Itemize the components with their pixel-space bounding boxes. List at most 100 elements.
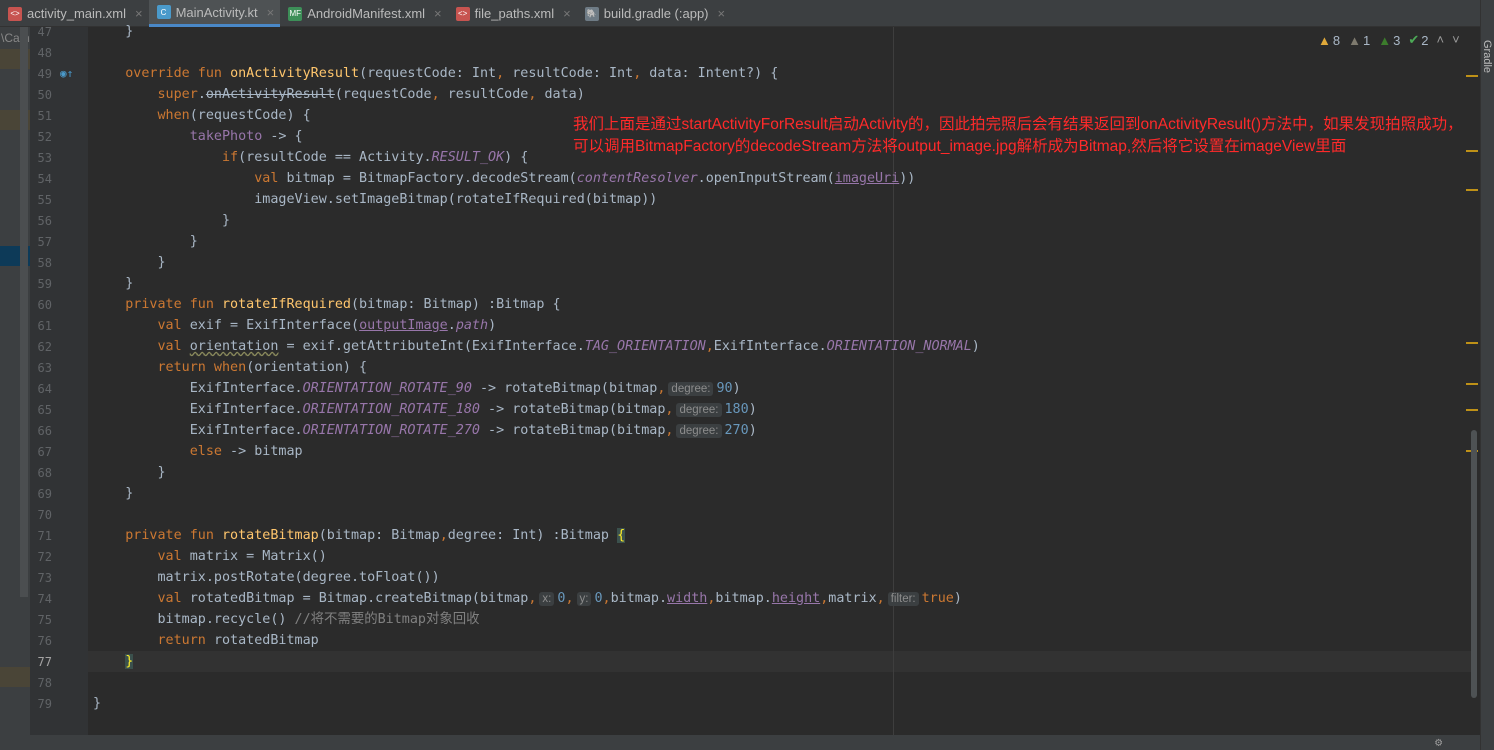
tab-label: activity_main.xml [27,6,126,21]
code-token: resultCode: Int [504,66,634,81]
code-token: , [528,591,537,606]
code-token: , [565,591,574,606]
line-number: 54 [37,172,52,186]
close-tab-icon[interactable]: × [267,5,275,20]
code-token: true [921,591,954,606]
code-line: ExifInterface.ORIENTATION_ROTATE_270 -> … [93,420,980,441]
weak-warning-count[interactable]: ▲ 1 [1348,32,1370,48]
weak-warning-icon: ▲ [1348,32,1361,48]
code-token: )) [899,171,916,186]
line-number: 68 [37,466,52,480]
code-line: } [93,21,980,42]
line-number: 77 [37,655,52,669]
code-token: (orientation) { [246,360,368,375]
line-number: 64 [37,382,52,396]
line-number: 67 [37,445,52,459]
gear-icon[interactable]: ⚙ [1435,735,1442,749]
close-tab-icon[interactable]: × [718,6,726,21]
code-token: 0 [594,591,603,606]
override-gutter-icon[interactable]: ◉↑ [60,67,73,80]
code-token: } [93,465,166,480]
code-token: if [222,150,239,165]
code-token: , [439,528,448,543]
tab-label: AndroidManifest.xml [307,6,426,21]
code-token: . [447,318,456,333]
code-line: return when(orientation) { [93,357,980,378]
code-token: , [665,423,674,438]
parameter-hint: x: [539,592,555,606]
code-token: (bitmap: Bitmap [318,528,440,543]
parameter-hint: y: [576,592,592,606]
code-token: path [455,318,489,333]
close-tab-icon[interactable]: × [434,6,442,21]
code-line: } [93,231,980,252]
next-highlight-icon[interactable]: ˅ [1452,32,1460,48]
code-token: matrix [828,591,877,606]
close-tab-icon[interactable]: × [135,6,143,21]
code-token: else [189,444,222,459]
check-icon: ✔ [1408,32,1420,47]
code-token: private fun [125,297,222,312]
line-number: 72 [37,550,52,564]
line-number: 62 [37,340,52,354]
code-line: val matrix = Matrix() [93,546,980,567]
line-number: 74 [37,592,52,606]
tab-label: MainActivity.kt [175,4,258,20]
code-token: data) [536,87,585,102]
code-token: outputImage [359,318,448,333]
parameter-hint: degree: [676,424,722,438]
code-token: , [705,339,714,354]
gradle-tool-button[interactable]: Gradle [1481,40,1493,73]
code-token: return [157,633,214,648]
code-token: 90 [716,381,733,396]
code-token: ExifInterface. [93,402,303,417]
gradle-elephant-icon: 🐘 [584,6,599,21]
code-line: val bitmap = BitmapFactory.decodeStream(… [93,168,980,189]
code-token: ORIENTATION_NORMAL [826,339,972,354]
code-token: ExifInterface. [93,381,303,396]
code-token: } [93,213,231,228]
code-line: val rotatedBitmap = Bitmap.createBitmap(… [93,588,980,609]
code-token: -> rotateBitmap(bitmap [479,402,666,417]
tab-label: file_paths.xml [474,6,555,21]
code-token: .openInputStream( [697,171,835,186]
code-token: ) [953,591,962,606]
previous-highlight-icon[interactable]: ˄ [1436,32,1444,48]
code-line: val orientation = exif.getAttributeInt(E… [93,336,980,357]
code-token: data: Intent?) { [641,66,779,81]
code-token: when [157,108,190,123]
code-line: matrix.postRotate(degree.toFloat()) [93,567,980,588]
project-panel-edge[interactable]: \Cam [0,27,30,750]
line-number: 49 [37,67,52,81]
line-number: 47 [37,25,52,39]
code-token: ) [971,339,980,354]
code-line: } [93,483,980,504]
code-token: val [157,318,190,333]
code-token: . [197,87,206,102]
warning-count[interactable]: ▲ 8 [1318,32,1340,48]
code-line: } [93,693,980,714]
code-token: -> rotateBitmap(bitmap [479,423,666,438]
code-token: } [93,234,198,249]
ok-count[interactable]: ✔ 2 [1408,32,1428,48]
code-token: matrix.postRotate(degree.toFloat()) [93,570,440,585]
typo-count[interactable]: ▲ 3 [1378,32,1400,48]
line-number: 63 [37,361,52,375]
code-token: onActivityResult [230,66,360,81]
code-token: } [93,24,134,39]
code-token: = exif.getAttributeInt(ExifInterface. [278,339,585,354]
inspection-widget[interactable]: ▲ 8 ▲ 1 ▲ 3 ✔ 2 ˄ ˅ [1318,32,1460,48]
code-token: takePhoto [189,129,263,144]
code-token: } [93,696,102,711]
kotlin-class-icon: C [156,5,171,19]
code-token: bitmap = BitmapFactory.decodeStream( [286,171,577,186]
code-token: bitmap.recycle() [93,612,295,627]
code-token: override fun [125,66,231,81]
close-tab-icon[interactable]: × [563,6,571,21]
vertical-scrollbar[interactable] [1471,430,1477,698]
